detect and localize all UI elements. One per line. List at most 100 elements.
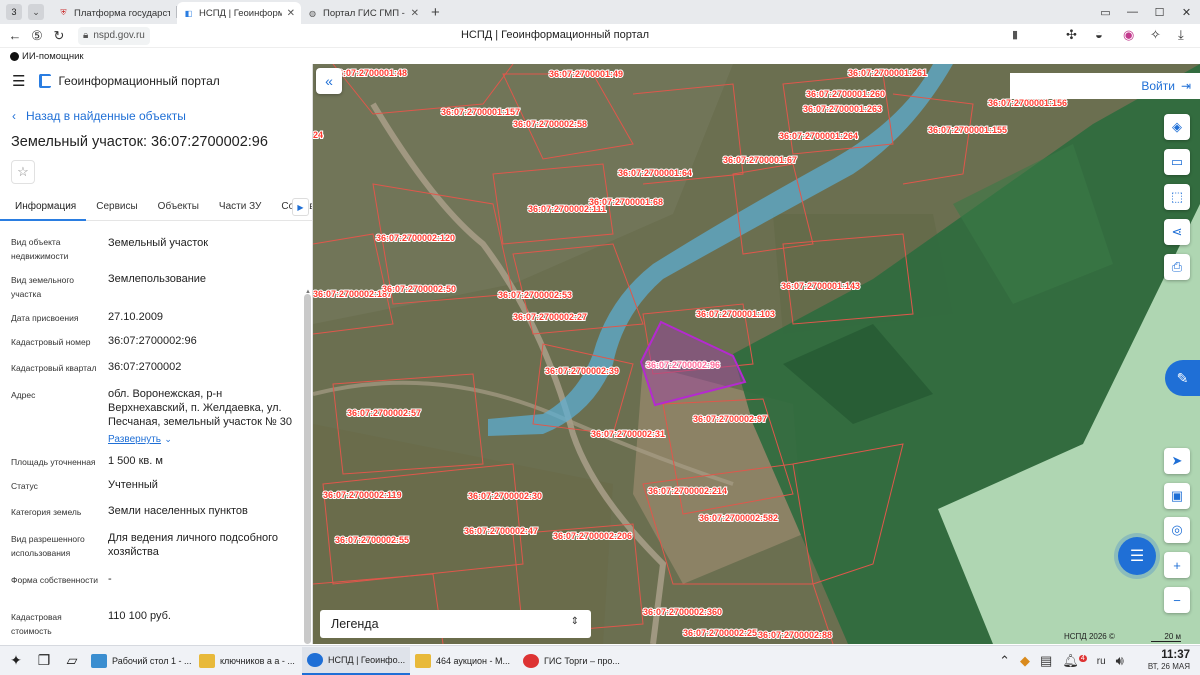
- start-icon[interactable]: ✦: [2, 652, 30, 669]
- new-tab-icon[interactable]: +: [431, 4, 440, 21]
- parcel-label[interactable]: 36:07:2700002:55: [334, 534, 410, 546]
- network-icon[interactable]: ▤: [1040, 653, 1052, 669]
- search-point-button[interactable]: ◎: [1164, 517, 1190, 543]
- parcel-label[interactable]: 36:07:2700002:25: [682, 627, 758, 639]
- extension-icon[interactable]: ◉: [1123, 27, 1134, 43]
- extension-icon[interactable]: ✧: [1150, 27, 1161, 43]
- locate-button[interactable]: ➤: [1164, 448, 1190, 474]
- expand-address-link[interactable]: Развернуть ⌄: [108, 431, 172, 445]
- parcel-label[interactable]: 36:07:2700001:261: [847, 67, 928, 79]
- zoom-in-button[interactable]: +: [1164, 552, 1190, 578]
- parcel-label[interactable]: 36:07:2700001:260: [805, 88, 886, 100]
- parcel-label[interactable]: 36:07:2700001:157: [440, 106, 521, 118]
- parcel-label[interactable]: 36:07:2700002:31: [590, 428, 666, 440]
- file-manager-icon[interactable]: ▱: [58, 652, 86, 669]
- parcel-label[interactable]: 36:07:2700002:53: [497, 289, 573, 301]
- parcel-label[interactable]: 36:07:2700002:360: [642, 606, 723, 618]
- parcel-label[interactable]: 36:07:2700002:27: [512, 311, 588, 323]
- parcel-label[interactable]: 36:07:2700001:264: [778, 130, 859, 142]
- parcel-label[interactable]: 36:07:2700001:49: [548, 68, 624, 80]
- minimap-button[interactable]: ▣: [1164, 483, 1190, 509]
- parcel-label[interactable]: 36:07:2700001:64: [617, 167, 693, 179]
- reload-icon[interactable]: ↻: [48, 28, 70, 44]
- parcel-label[interactable]: 36:07:2700002:582: [698, 512, 779, 524]
- parcel-label[interactable]: 36:07:2700001:143: [780, 280, 861, 292]
- menu-icon[interactable]: ☰: [12, 72, 25, 90]
- parcel-label[interactable]: 36:07:2700002:96: [645, 359, 721, 371]
- parcel-label[interactable]: 36:07:2700002:39: [544, 365, 620, 377]
- tab-list-chevron-icon[interactable]: ⌄: [28, 4, 44, 20]
- map-view[interactable]: 36:07:2700001:48 36:07:2700001:49 36:07:27…: [313, 64, 1200, 644]
- system-clock[interactable]: 11:37 ВТ, 26 МАЯ: [1138, 649, 1190, 672]
- parcel-label[interactable]: 36:07:2700001:103: [695, 308, 776, 320]
- parcel-label[interactable]: 36:07:2700002:30: [467, 490, 543, 502]
- legend-selector[interactable]: Легенда ⇕: [320, 610, 591, 638]
- downloads-icon[interactable]: ⤓: [1178, 27, 1184, 43]
- parcel-label[interactable]: 36:07:2700001:263: [802, 103, 883, 115]
- tabs-scroll-right-icon[interactable]: ▶: [292, 198, 309, 216]
- chat-assistant-button[interactable]: ☰: [1118, 537, 1156, 575]
- zoom-out-button[interactable]: −: [1164, 587, 1190, 613]
- layers-button[interactable]: ◈: [1164, 114, 1190, 140]
- back-arrow-icon[interactable]: ←: [4, 28, 26, 43]
- bookmark-ai-assistant[interactable]: ИИ-помощник: [10, 51, 84, 62]
- extension-icon[interactable]: ✣: [1066, 27, 1077, 43]
- collapse-panel-button[interactable]: «: [316, 68, 342, 94]
- parcel-label[interactable]: 36:07:2700002:58: [512, 118, 588, 130]
- tab-information[interactable]: Информация: [0, 195, 87, 221]
- taskbar-app[interactable]: Рабочий стол 1 - ...: [86, 647, 194, 675]
- parcel-label[interactable]: 36:07:2700002:119: [322, 489, 403, 501]
- portal-brand[interactable]: Геоинформационный портал: [39, 74, 220, 88]
- task-view-icon[interactable]: ❐: [30, 652, 58, 669]
- parcel-label[interactable]: 24: [313, 129, 324, 141]
- maximize-icon[interactable]: ☐: [1146, 6, 1173, 19]
- taskbar-app-active[interactable]: НСПД | Геоинфо...: [302, 646, 410, 675]
- parcel-label[interactable]: 36:07:2700002:214: [647, 485, 728, 497]
- keyboard-language[interactable]: ru: [1097, 656, 1106, 667]
- tray-expand-chevron-icon[interactable]: ⌃: [999, 653, 1010, 669]
- bookmark-icon[interactable]: ▮: [1012, 28, 1018, 41]
- url-field[interactable]: 🔒︎ nspd.gov.ru: [78, 26, 150, 45]
- parcel-label[interactable]: 36:07:2700001:68: [588, 196, 664, 208]
- notifications-bell-icon[interactable]: 🔔︎ 4: [1062, 653, 1087, 669]
- taskbar-app[interactable]: ключников а а - ...: [194, 647, 302, 675]
- parcel-label[interactable]: 36:07:2700002:206: [552, 530, 633, 542]
- parcel-label[interactable]: 36:07:2700001:48: [332, 67, 408, 79]
- antivirus-icon[interactable]: ◆: [1020, 653, 1030, 669]
- parcel-label[interactable]: 36:07:2700001:67: [722, 154, 798, 166]
- tab-counter[interactable]: 3: [6, 4, 22, 20]
- parcel-label[interactable]: 36:07:2700002:57: [346, 407, 422, 419]
- browser-tab[interactable]: ⛨ Платформа государственных: [52, 2, 176, 24]
- parcel-label[interactable]: 36:07:2700002:187: [313, 288, 393, 300]
- close-window-icon[interactable]: ✕: [1173, 6, 1200, 19]
- tab-objects[interactable]: Объекты: [148, 195, 209, 221]
- parcel-label[interactable]: 36:07:2700001:156: [987, 97, 1068, 109]
- back-to-results-link[interactable]: ‹ Назад в найденные объекты: [12, 109, 186, 123]
- browser-tab-active[interactable]: ◧ НСПД | Геоинформационный ✕: [177, 2, 301, 24]
- volume-icon[interactable]: 🔊︎: [1116, 653, 1124, 669]
- tab-menu-icon[interactable]: ▭: [1092, 6, 1119, 19]
- map-canvas[interactable]: 36:07:2700001:48 36:07:2700001:49 36:07:27…: [313, 64, 1200, 644]
- parcel-label[interactable]: 36:07:2700002:97: [692, 413, 768, 425]
- taskbar-app[interactable]: ГИС Торги – про...: [518, 647, 626, 675]
- feedback-side-button[interactable]: ✎: [1165, 360, 1200, 396]
- parcel-label[interactable]: 36:07:2700002:120: [375, 232, 456, 244]
- parcel-label[interactable]: 36:07:2700002:88: [757, 629, 833, 641]
- parcel-label[interactable]: 36:07:2700002:47: [463, 525, 539, 537]
- select-area-button[interactable]: ⬚: [1164, 184, 1190, 210]
- close-tab-icon[interactable]: ✕: [411, 8, 419, 19]
- parcel-label[interactable]: 36:07:2700001:155: [927, 124, 1008, 136]
- browser-tab[interactable]: ◍ Портал ГИС ГМП - Начало ✕: [301, 2, 425, 24]
- close-tab-icon[interactable]: ✕: [287, 8, 295, 19]
- yandex-button-icon[interactable]: ⑤: [26, 28, 48, 44]
- print-button[interactable]: ⎙: [1164, 254, 1190, 280]
- login-button[interactable]: Войти ⇥: [1010, 73, 1200, 99]
- panel-scrollbar[interactable]: [304, 294, 311, 644]
- measure-button[interactable]: ▭: [1164, 149, 1190, 175]
- share-button[interactable]: ⋖: [1164, 219, 1190, 245]
- minimize-icon[interactable]: —: [1119, 6, 1146, 18]
- tab-parts[interactable]: Части ЗУ: [209, 195, 271, 221]
- taskbar-app[interactable]: 464 аукцион - М...: [410, 647, 518, 675]
- extension-icon[interactable]: ◒: [1095, 27, 1103, 42]
- parcel-label[interactable]: 36:07:2700002:50: [381, 283, 457, 295]
